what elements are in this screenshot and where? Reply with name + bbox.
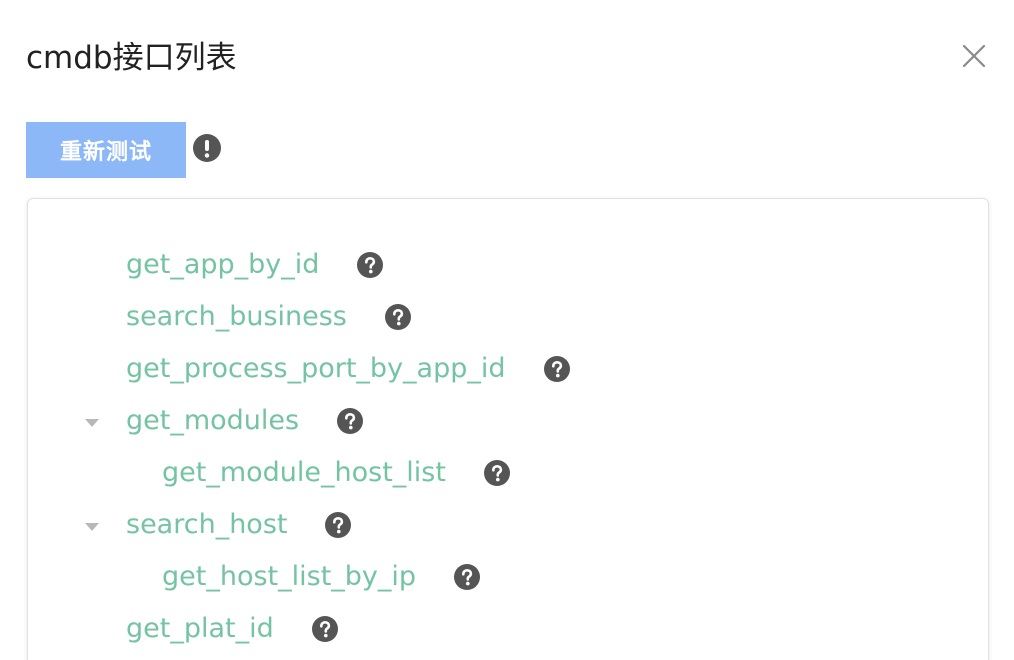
tree-row: get_app_by_id [126,247,384,283]
question-circle-icon[interactable] [325,512,352,538]
tree-row: get_process_port_by_app_id [126,351,570,387]
caret-down-icon[interactable] [84,418,100,428]
question-circle-icon[interactable] [311,616,338,642]
question-circle-icon[interactable] [543,356,570,382]
dialog-title: cmdb接口列表 [26,40,237,76]
question-circle-icon[interactable] [454,564,481,590]
cmdb-api-list-dialog: cmdb接口列表 重新测试 get_app_by_id search_busin… [0,0,1014,660]
tree-row: search_host [126,507,352,543]
tree-item-label[interactable]: get_process_port_by_app_id [126,351,506,387]
tree-item-label[interactable]: search_business [126,299,347,335]
question-circle-icon[interactable] [337,408,364,434]
tree-row: get_module_host_list [162,455,510,491]
question-circle-icon[interactable] [357,252,384,278]
tree-row: get_plat_id [126,611,338,647]
tree-row: get_modules [126,403,364,439]
question-circle-icon[interactable] [483,460,510,486]
tree-row: get_host_list_by_ip [162,559,481,595]
tree-item-label[interactable]: get_app_by_id [126,247,319,283]
close-icon[interactable] [958,40,990,72]
tree-item-label[interactable]: get_module_host_list [162,455,446,491]
tree-item-label[interactable]: get_host_list_by_ip [162,559,416,595]
tree-item-label[interactable]: get_modules [126,403,299,439]
tree-item-label[interactable]: get_plat_id [126,611,274,647]
api-tree-panel: get_app_by_id search_business get_proces [27,198,989,660]
exclamation-circle-icon[interactable] [193,134,221,162]
tree-item-label[interactable]: search_host [126,507,287,543]
retest-button[interactable]: 重新测试 [26,122,186,178]
caret-down-icon[interactable] [84,522,100,532]
tree-row: search_business [126,299,411,335]
question-circle-icon[interactable] [384,304,411,330]
